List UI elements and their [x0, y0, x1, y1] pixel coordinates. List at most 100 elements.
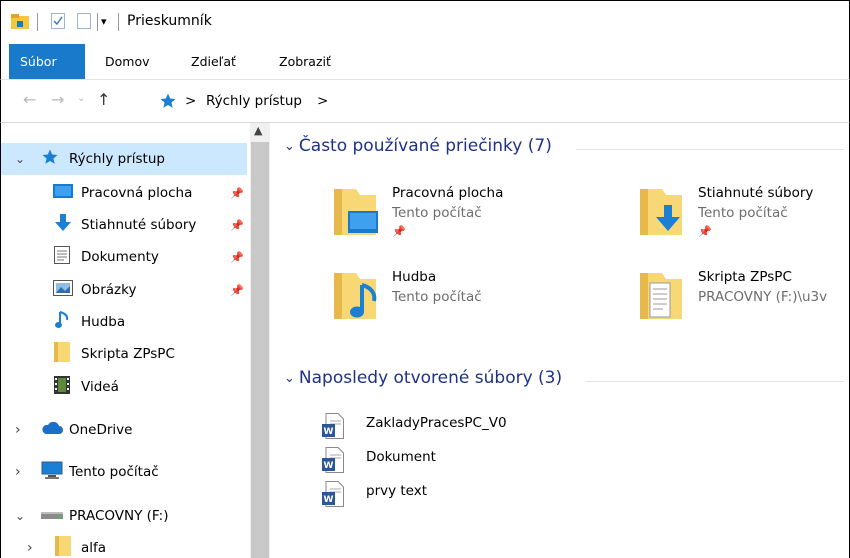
properties-icon[interactable] [51, 13, 65, 29]
expand-chevron-right-icon[interactable]: › [15, 464, 21, 480]
sidebar-scrollbar-thumb[interactable] [251, 142, 269, 558]
collapse-chevron-icon[interactable]: ⌄ [284, 139, 295, 154]
frequent-folders-heading[interactable]: ⌄ Často používané priečinky (7) [284, 136, 552, 156]
sidebar-item-label: Videá [81, 379, 119, 395]
word-file-icon: W [322, 481, 344, 511]
content-pane: ⌄ Často používané priečinky (7) Pracovná… [270, 123, 850, 558]
recent-files-heading[interactable]: ⌄ Naposledy otvorené súbory (3) [284, 368, 562, 388]
sidebar-item-label: Hudba [81, 314, 126, 330]
customize-toolbar-dropdown-icon[interactable]: ▾ [101, 15, 107, 28]
folder-location: Tento počítač [392, 205, 482, 221]
document-icon [54, 246, 70, 268]
download-icon [54, 214, 72, 236]
expand-chevron-down-icon[interactable]: ⌄ [15, 509, 25, 523]
section-divider [586, 381, 844, 382]
folder-name: Stiahnuté súbory [698, 185, 814, 201]
explorer-folder-icon[interactable] [11, 13, 29, 29]
sidebar-item-label: Rýchly prístup [69, 151, 165, 167]
cloud-icon [41, 421, 63, 439]
word-file-icon: W [322, 413, 344, 443]
music-icon [55, 311, 69, 333]
folder-tile-desktop[interactable]: Pracovná plocha Tento počítač 📌 [326, 179, 576, 243]
downloads-folder-icon [638, 185, 684, 241]
sidebar-item-desktop[interactable]: Pracovná plocha 📌 [1, 177, 247, 209]
pin-icon: 📌 [698, 225, 712, 238]
expand-chevron-right-icon[interactable]: › [15, 422, 21, 438]
drive-icon [41, 508, 63, 524]
desktop-folder-icon [332, 185, 378, 241]
title-separator [118, 13, 119, 31]
sidebar-item-onedrive[interactable]: › OneDrive [1, 414, 247, 446]
folder-location: Tento počítač [698, 205, 788, 221]
title-bar: ▾ Prieskumník [0, 0, 850, 44]
scroll-up-arrow-icon[interactable]: ▲ [254, 124, 262, 137]
back-arrow-icon[interactable]: ← [23, 90, 36, 109]
address-separator[interactable]: > [317, 93, 328, 109]
window-title: Prieskumník [127, 13, 212, 29]
svg-text:W: W [324, 495, 334, 505]
section-divider [576, 149, 844, 150]
computer-icon [41, 461, 63, 483]
tab-file[interactable]: Súbor [9, 44, 85, 79]
desktop-icon [53, 183, 73, 203]
recent-file-row[interactable]: W prvy text [318, 479, 844, 511]
sidebar-item-skripta[interactable]: Skripta ZPsPC [1, 338, 247, 370]
expand-chevron-down-icon[interactable]: ⌄ [15, 152, 25, 166]
word-file-icon: W [322, 447, 344, 477]
file-name: ZakladyPracesPC_V0 [366, 415, 507, 431]
sidebar-item-label: Pracovná plocha [81, 185, 193, 201]
sidebar-item-label: Obrázky [81, 282, 137, 298]
address-bar[interactable]: > Rýchly prístup > [151, 84, 841, 120]
recent-file-row[interactable]: W Dokument [318, 445, 844, 477]
sidebar-item-pracovny-drive[interactable]: ⌄ PRACOVNY (F:) [1, 500, 247, 532]
section-title: Často používané priečinky (7) [298, 136, 552, 156]
address-separator: > [185, 93, 197, 109]
sidebar-item-alfa[interactable]: › alfa [1, 532, 247, 558]
sidebar-item-quick-access[interactable]: ⌄ Rýchly prístup [1, 143, 247, 175]
folder-name: Pracovná plocha [392, 185, 504, 201]
folder-tile-skripta[interactable]: Skripta ZPsPC PRACOVNY (F:)\u3v [632, 263, 844, 327]
folder-tile-music[interactable]: Hudba Tento počítač [326, 263, 576, 327]
sidebar-item-downloads[interactable]: Stiahnuté súbory 📌 [1, 209, 247, 241]
pin-icon[interactable]: 📌 [230, 187, 244, 200]
tab-home[interactable]: Domov [105, 44, 150, 79]
pin-icon: 📌 [392, 225, 406, 238]
tab-share[interactable]: Zdieľať [191, 44, 236, 79]
pin-icon[interactable]: 📌 [230, 219, 244, 232]
folder-tile-downloads[interactable]: Stiahnuté súbory Tento počítač 📌 [632, 179, 844, 243]
folder-location: PRACOVNY (F:)\u3v [698, 289, 828, 305]
tab-view[interactable]: Zobraziť [279, 44, 331, 79]
sidebar-item-music[interactable]: Hudba [1, 306, 247, 338]
svg-text:W: W [324, 461, 334, 471]
folder-location: Tento počítač [392, 289, 482, 305]
breadcrumb-quick-access[interactable]: Rýchly prístup [206, 93, 302, 109]
sidebar-item-label: Skripta ZPsPC [81, 346, 175, 362]
music-folder-icon [332, 269, 378, 325]
pin-icon[interactable]: 📌 [230, 251, 244, 264]
pin-icon[interactable]: 📌 [230, 284, 244, 297]
new-folder-icon[interactable] [77, 13, 91, 29]
sidebar-item-pictures[interactable]: Obrázky 📌 [1, 274, 247, 306]
section-title: Naposledy otvorené súbory (3) [298, 368, 563, 388]
sidebar-item-this-pc[interactable]: › Tento počítač [1, 456, 247, 488]
sidebar-item-videos[interactable]: Videá [1, 371, 247, 403]
navigation-pane: ⌄ Rýchly prístup Pracovná plocha 📌 Stiah… [0, 123, 250, 558]
recent-locations-chevron-icon[interactable]: ⌄ [77, 93, 85, 104]
svg-text:W: W [324, 427, 334, 437]
sidebar-item-label: Tento počítač [69, 464, 159, 480]
folder-icon [54, 342, 70, 366]
sidebar-item-documents[interactable]: Dokumenty 📌 [1, 241, 247, 273]
up-arrow-icon[interactable]: ↑ [97, 90, 110, 109]
forward-arrow-icon[interactable]: → [51, 90, 64, 109]
folder-icon [55, 536, 71, 558]
title-separator [37, 13, 38, 31]
sidebar-item-label: Dokumenty [81, 249, 159, 265]
quick-access-star-icon [159, 92, 177, 114]
recent-file-row[interactable]: W ZakladyPracesPC_V0 [318, 411, 844, 443]
collapse-chevron-icon[interactable]: ⌄ [284, 371, 295, 386]
sidebar-item-label: alfa [81, 540, 107, 556]
video-icon [54, 376, 70, 398]
star-icon [41, 148, 59, 170]
sidebar-item-label: OneDrive [69, 422, 133, 438]
expand-chevron-right-icon[interactable]: › [27, 540, 33, 556]
